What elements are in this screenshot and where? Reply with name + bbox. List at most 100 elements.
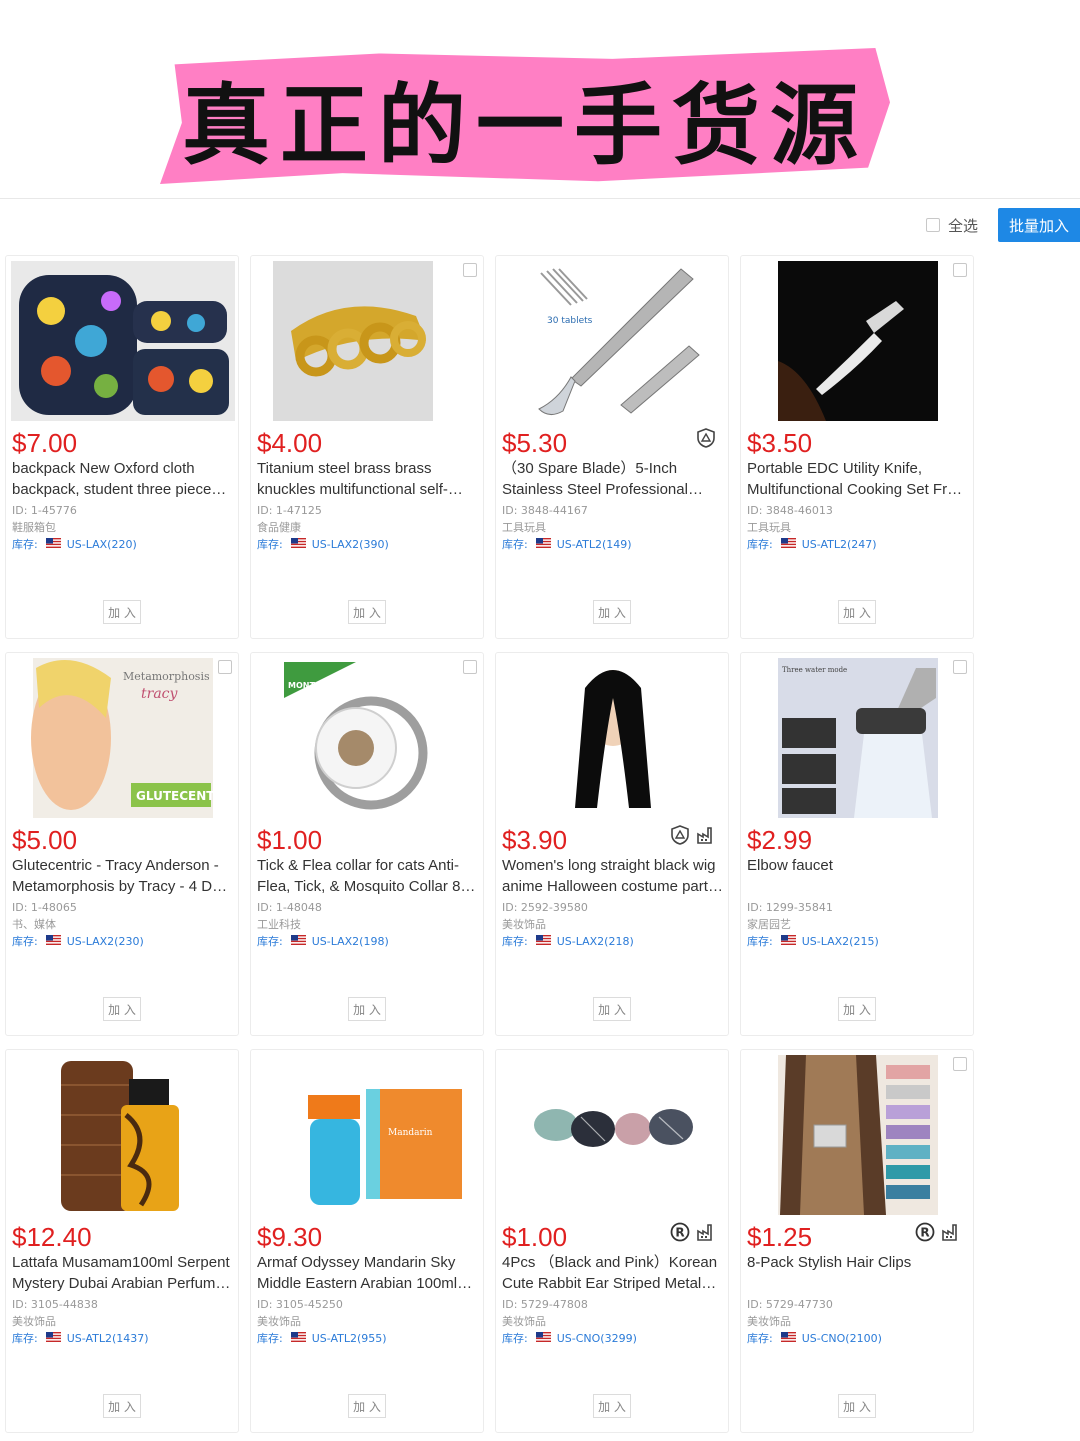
stock-label: 库存:	[502, 935, 528, 948]
hair-clips-image[interactable]	[746, 1055, 970, 1215]
product-title[interactable]: Women's long straight black wig anime Ha…	[502, 855, 724, 897]
product-card[interactable]: $3.90 Women's long straight black wig ani…	[495, 652, 729, 1036]
warehouse-stock[interactable]: US-CNO(3299)	[557, 1330, 637, 1347]
stock-info: 库存: US-CNO(2100)	[747, 1330, 882, 1347]
product-price: $12.40	[12, 1222, 92, 1252]
stock-info: 库存: US-ATL2(247)	[747, 536, 877, 553]
shield-icon	[696, 428, 716, 448]
product-card[interactable]: 30 tablets $5.30 （30 Spare Blade）5-Inch St…	[495, 255, 729, 639]
shield-icon	[670, 825, 690, 845]
svg-text:tracy: tracy	[141, 686, 179, 702]
add-button[interactable]: 加 入	[348, 997, 386, 1021]
product-title[interactable]: 8-Pack Stylish Hair Clips	[747, 1252, 969, 1273]
add-button[interactable]: 加 入	[103, 1394, 141, 1418]
product-title[interactable]: 4Pcs （Black and Pink）Korean Cute Rabbit …	[502, 1252, 724, 1294]
svg-text:Three water mode: Three water mode	[782, 666, 847, 674]
warehouse-stock[interactable]: US-LAX2(218)	[557, 933, 634, 950]
product-price: $1.00	[257, 825, 323, 855]
product-title[interactable]: Titanium steel brass brass knuckles mult…	[257, 458, 479, 500]
us-flag-icon	[45, 1330, 67, 1347]
product-card[interactable]: $1.00 R 4Pcs （Black and Pink）Korean Cute R…	[495, 1049, 729, 1433]
perfume-box-image[interactable]: Mandarin	[256, 1055, 480, 1215]
add-button[interactable]: 加 入	[593, 1394, 631, 1418]
product-title[interactable]: （30 Spare Blade）5-Inch Stainless Steel P…	[502, 458, 724, 500]
product-title[interactable]: Portable EDC Utility Knife, Multifunctio…	[747, 458, 969, 500]
product-meta: ID: 1-47125 食品健康 库存: US-LAX2(390)	[257, 502, 389, 553]
header-banner: 真正的一手货源	[0, 0, 1080, 200]
stock-info: 库存: US-ATL2(1437)	[12, 1330, 149, 1347]
stock-info: 库存: US-ATL2(955)	[257, 1330, 387, 1347]
warehouse-stock[interactable]: US-LAX2(198)	[312, 933, 389, 950]
product-title[interactable]: Lattafa Musamam100ml Serpent Mystery Dub…	[12, 1252, 234, 1294]
product-id: ID: 3105-45250	[257, 1298, 343, 1311]
stock-info: 库存: US-LAX2(230)	[12, 933, 144, 950]
add-button[interactable]: 加 入	[838, 997, 876, 1021]
brass-knuckles-image[interactable]	[256, 261, 480, 421]
add-button[interactable]: 加 入	[593, 600, 631, 624]
product-meta: ID: 1299-35841 家居园艺 库存: US-LAX2(215)	[747, 899, 879, 950]
us-flag-icon	[535, 933, 557, 950]
add-button[interactable]: 加 入	[348, 600, 386, 624]
warehouse-stock[interactable]: US-LAX2(215)	[802, 933, 879, 950]
warehouse-stock[interactable]: US-ATL2(149)	[557, 536, 632, 553]
add-button[interactable]: 加 入	[103, 600, 141, 624]
warehouse-stock[interactable]: US-LAX(220)	[67, 536, 137, 553]
us-flag-icon	[290, 536, 312, 553]
product-price: $9.30	[257, 1222, 323, 1252]
flea-collar-image[interactable]: MONTHS 8	[256, 658, 480, 818]
product-title[interactable]: Tick & Flea collar for cats Anti-Flea, T…	[257, 855, 479, 897]
perfume-image[interactable]	[11, 1055, 235, 1215]
add-button[interactable]: 加 入	[348, 1394, 386, 1418]
warehouse-stock[interactable]: US-LAX2(390)	[312, 536, 389, 553]
product-card[interactable]: $3.50 Portable EDC Utility Knife, Multifu…	[740, 255, 974, 639]
backpack-image[interactable]	[11, 261, 235, 421]
warehouse-stock[interactable]: US-LAX2(230)	[67, 933, 144, 950]
select-all-control[interactable]: 全选	[925, 215, 978, 236]
stock-label: 库存:	[12, 935, 38, 948]
product-meta: ID: 1-48065 书、媒体 库存: US-LAX2(230)	[12, 899, 144, 950]
product-badges	[696, 428, 716, 448]
product-card[interactable]: Metamorphosis tracy GLUTECENTRIC $5.00 Glute…	[5, 652, 239, 1036]
product-card[interactable]: $7.00 backpack New Oxford cloth backpack,…	[5, 255, 239, 639]
product-title[interactable]: Glutecentric - Tracy Anderson - Metamorp…	[12, 855, 234, 897]
stock-info: 库存: US-LAX(220)	[12, 536, 137, 553]
product-title[interactable]: backpack New Oxford cloth backpack, stud…	[12, 458, 234, 500]
product-meta: ID: 3105-45250 美妆饰品 库存: US-ATL2(955)	[257, 1296, 387, 1347]
folding-knife-image[interactable]	[746, 261, 970, 421]
wig-image[interactable]	[501, 658, 725, 818]
faucet-image[interactable]: Three water mode	[746, 658, 970, 818]
batch-add-button[interactable]: 批量加入	[998, 208, 1080, 242]
toolbar: 全选 批量加入	[925, 208, 1080, 242]
us-flag-icon	[780, 933, 802, 950]
us-flag-icon	[45, 933, 67, 950]
product-id: ID: 2592-39580	[502, 901, 588, 914]
product-card[interactable]: Three water mode $2.99 Elbow faucet ID: 129…	[740, 652, 974, 1036]
product-title[interactable]: Armaf Odyssey Mandarin Sky Middle Easter…	[257, 1252, 479, 1294]
add-button[interactable]: 加 入	[593, 997, 631, 1021]
product-card[interactable]: MONTHS 8 $1.00 Tick & Flea collar for cats…	[250, 652, 484, 1036]
product-category: 美妆饰品	[502, 1315, 546, 1328]
scrunchies-image[interactable]	[501, 1055, 725, 1215]
stock-label: 库存:	[502, 538, 528, 551]
divider	[0, 198, 1080, 199]
stock-label: 库存:	[747, 935, 773, 948]
dvd-cover-image[interactable]: Metamorphosis tracy GLUTECENTRIC	[11, 658, 235, 818]
warehouse-stock[interactable]: US-CNO(2100)	[802, 1330, 882, 1347]
warehouse-stock[interactable]: US-ATL2(955)	[312, 1330, 387, 1347]
add-button[interactable]: 加 入	[103, 997, 141, 1021]
select-all-checkbox[interactable]	[925, 218, 940, 232]
product-card[interactable]: $12.40 Lattafa Musamam100ml Serpent Myste…	[5, 1049, 239, 1433]
product-title[interactable]: Elbow faucet	[747, 855, 969, 876]
scalpel-image[interactable]: 30 tablets	[501, 261, 725, 421]
product-card[interactable]: Mandarin $9.30 Armaf Odyssey Mandarin Sky …	[250, 1049, 484, 1433]
product-card[interactable]: $4.00 Titanium steel brass brass knuckles…	[250, 255, 484, 639]
add-button[interactable]: 加 入	[838, 600, 876, 624]
stock-label: 库存:	[257, 538, 283, 551]
add-button[interactable]: 加 入	[838, 1394, 876, 1418]
warehouse-stock[interactable]: US-ATL2(247)	[802, 536, 877, 553]
registered-icon: R	[915, 1222, 935, 1242]
product-card[interactable]: $1.25 R 8-Pack Stylish Hair Clips ID: 5729-…	[740, 1049, 974, 1433]
product-category: 工业科技	[257, 918, 301, 931]
warehouse-stock[interactable]: US-ATL2(1437)	[67, 1330, 149, 1347]
us-flag-icon	[290, 933, 312, 950]
